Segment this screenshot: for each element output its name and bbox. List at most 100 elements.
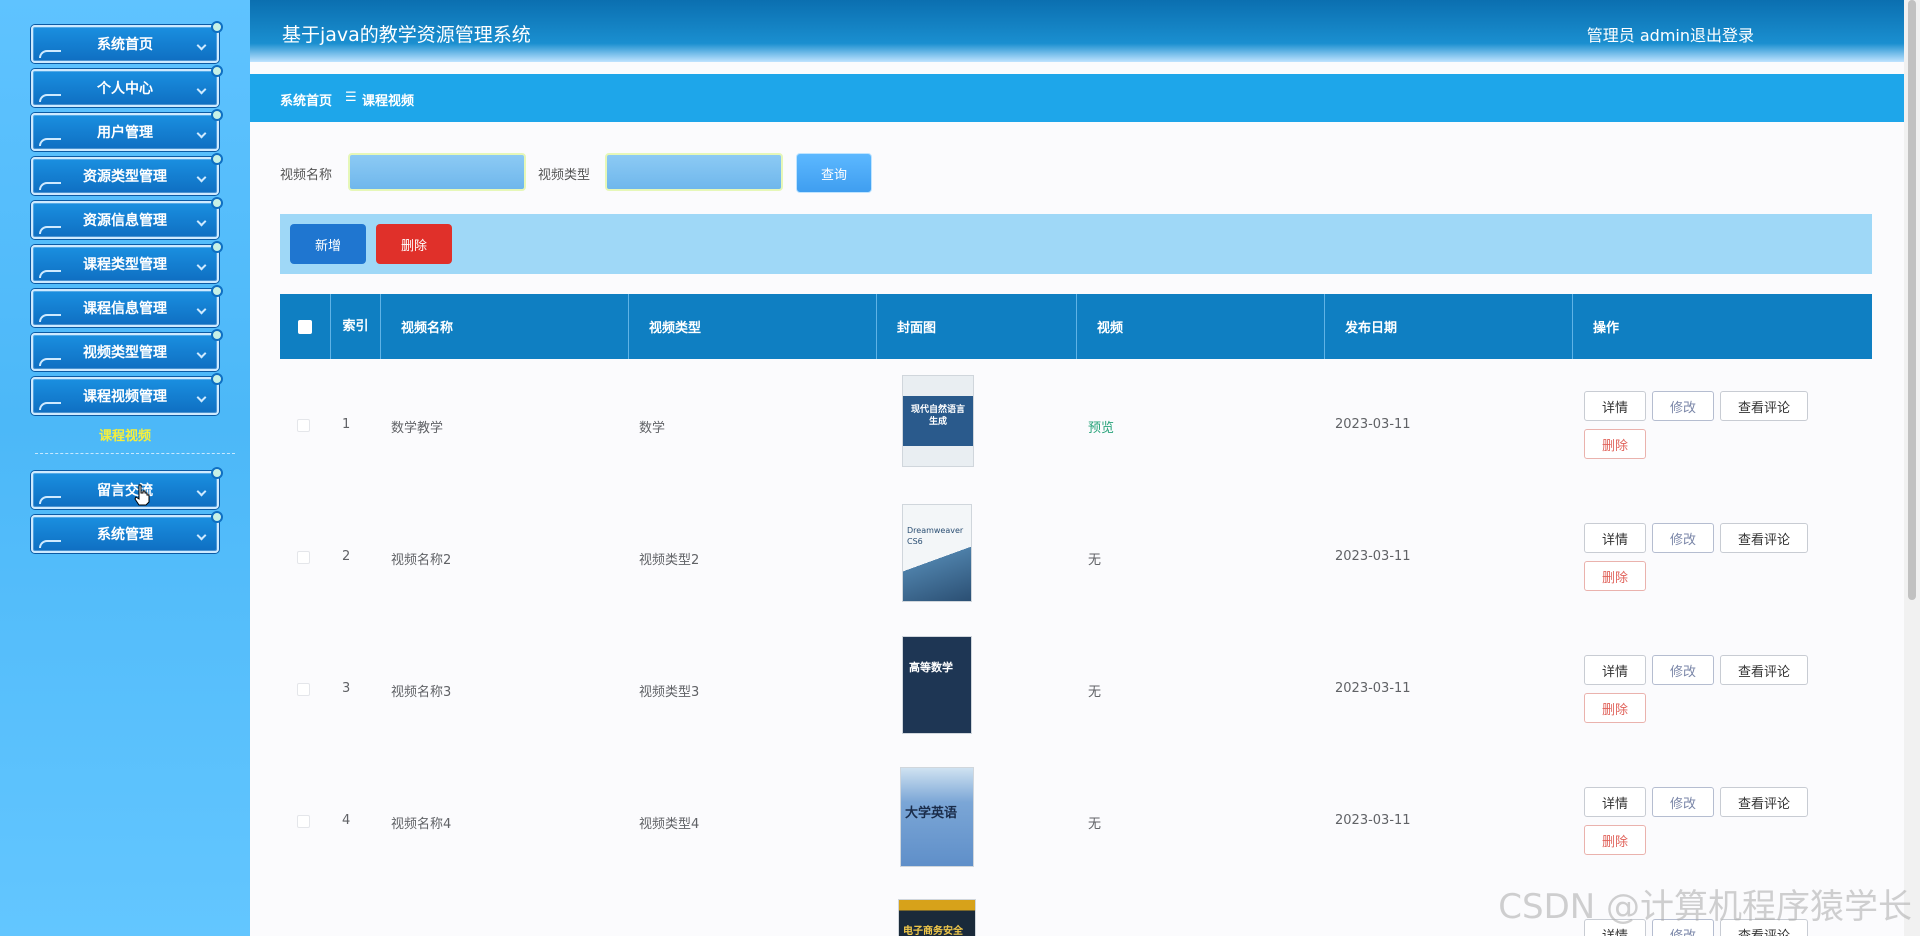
row-date: 2023-03-11	[1335, 813, 1411, 828]
vertical-scrollbar[interactable]	[1904, 0, 1920, 936]
delete-row-button[interactable]: 删除	[1584, 429, 1646, 459]
row-checkbox[interactable]	[297, 551, 310, 564]
menu-label: 系统首页	[97, 37, 153, 53]
batch-delete-button[interactable]: 删除	[376, 224, 452, 264]
menu-personal-center[interactable]: 个人中心	[31, 65, 223, 107]
menu-resource-type[interactable]: 资源类型管理	[31, 153, 223, 195]
menu-label: 资源类型管理	[83, 169, 167, 185]
row-checkbox[interactable]	[297, 419, 310, 432]
view-comments-button[interactable]: 查看评论	[1720, 523, 1808, 553]
menu-label: 资源信息管理	[83, 213, 167, 229]
breadcrumb-home[interactable]: 系统首页	[280, 90, 332, 109]
table-row: 1 数学教学 数学 现代自然语言生成 预览 2023-03-11 详情 修改 查…	[280, 359, 1872, 491]
query-button[interactable]: 查询	[796, 153, 872, 193]
header-cover: 封面图	[877, 294, 1077, 359]
row-type: 数学	[639, 421, 666, 436]
cover-title: Dreamweaver CS6	[907, 526, 964, 546]
menu-course-type[interactable]: 课程类型管理	[31, 241, 223, 283]
chevron-down-icon	[196, 486, 207, 497]
menu-ornament-icon	[39, 540, 61, 548]
select-all-checkbox[interactable]	[298, 319, 312, 334]
menu-message-board[interactable]: 留言交流	[31, 467, 223, 509]
delete-row-button[interactable]: 删除	[1584, 825, 1646, 855]
cover-image: 电子商务安全	[898, 899, 976, 936]
row-type: 视频类型3	[639, 685, 700, 700]
delete-row-button[interactable]: 删除	[1584, 693, 1646, 723]
menu-dot-icon	[211, 153, 223, 165]
video-name-label: 视频名称	[280, 168, 333, 183]
menu-label: 个人中心	[97, 81, 153, 97]
edit-button[interactable]: 修改	[1652, 655, 1714, 685]
chevron-down-icon	[196, 530, 207, 541]
cover-title: 大学英语	[905, 806, 958, 821]
menu-system-management[interactable]: 系统管理	[31, 511, 223, 553]
menu-dot-icon	[211, 373, 223, 385]
chevron-down-icon	[196, 216, 207, 227]
scrollbar-thumb[interactable]	[1908, 0, 1916, 600]
chevron-down-icon	[196, 172, 207, 183]
edit-button[interactable]: 修改	[1652, 523, 1714, 553]
view-comments-button[interactable]: 查看评论	[1720, 787, 1808, 817]
video-name-input[interactable]	[350, 155, 524, 189]
table-row: 3 视频名称3 视频类型3 高等数学 无 2023-03-11 详情 修改 查看…	[280, 623, 1872, 755]
detail-button[interactable]: 详情	[1584, 655, 1646, 685]
menu-course-video[interactable]: 课程视频管理	[31, 373, 223, 415]
breadcrumb-separator-icon: ☰	[345, 90, 357, 105]
video-type-input[interactable]	[607, 155, 781, 189]
view-comments-button[interactable]: 查看评论	[1720, 391, 1808, 421]
menu-user-management[interactable]: 用户管理	[31, 109, 223, 151]
row-name: 视频名称3	[391, 685, 452, 700]
view-comments-button[interactable]: 查看评论	[1720, 655, 1808, 685]
menu-ornament-icon	[39, 138, 61, 146]
menu-dot-icon	[211, 109, 223, 121]
menu-label: 课程视频管理	[83, 389, 167, 405]
row-date: 2023-03-11	[1335, 417, 1411, 432]
detail-button[interactable]: 详情	[1584, 787, 1646, 817]
cover-image: 高等数学	[902, 636, 972, 734]
logout-link[interactable]: 退出登录	[1690, 22, 1754, 46]
user-label: 管理员 admin	[1586, 26, 1690, 45]
submenu-course-video[interactable]: 课程视频	[31, 425, 219, 444]
edit-button[interactable]: 修改	[1652, 391, 1714, 421]
row-checkbox[interactable]	[297, 683, 310, 696]
app-title: 基于java的教学资源管理系统	[282, 24, 531, 46]
add-button[interactable]: 新增	[290, 224, 366, 264]
row-video: 无	[1088, 553, 1102, 568]
video-name-input-wrap	[348, 153, 526, 191]
header-video: 视频	[1077, 294, 1325, 359]
menu-home[interactable]: 系统首页	[31, 21, 223, 63]
row-checkbox[interactable]	[297, 815, 310, 828]
sidebar: 系统首页 个人中心 用户管理 资源类型管理 资源信息管理 课程类型管理 课程信息…	[0, 0, 250, 936]
hand-cursor-icon	[134, 484, 150, 506]
table-row: 4 视频名称4 视频类型4 大学英语 无 2023-03-11 详情 修改 查看…	[280, 755, 1872, 887]
cover-image: Dreamweaver CS6	[902, 504, 972, 602]
video-preview-link[interactable]: 预览	[1088, 417, 1114, 436]
chevron-down-icon	[196, 84, 207, 95]
row-index: 2	[342, 549, 351, 564]
menu-dot-icon	[211, 285, 223, 297]
row-video: 无	[1088, 685, 1102, 700]
header-ops: 操作	[1593, 321, 1620, 336]
menu-ornament-icon	[39, 226, 61, 234]
menu-video-type[interactable]: 视频类型管理	[31, 329, 223, 371]
menu-ornament-icon	[39, 182, 61, 190]
detail-button[interactable]: 详情	[1584, 391, 1646, 421]
menu-ornament-icon	[39, 270, 61, 278]
row-type: 视频类型2	[639, 553, 700, 568]
chevron-down-icon	[196, 392, 207, 403]
menu-resource-info[interactable]: 资源信息管理	[31, 197, 223, 239]
menu-label: 用户管理	[97, 125, 153, 141]
edit-button[interactable]: 修改	[1652, 787, 1714, 817]
row-type: 视频类型4	[639, 817, 700, 832]
row-name: 视频名称4	[391, 817, 452, 832]
detail-button[interactable]: 详情	[1584, 523, 1646, 553]
menu-course-info[interactable]: 课程信息管理	[31, 285, 223, 327]
delete-row-button[interactable]: 删除	[1584, 561, 1646, 591]
row-video: 无	[1088, 817, 1102, 832]
menu-ornament-icon	[39, 50, 61, 58]
chevron-down-icon	[196, 260, 207, 271]
chevron-down-icon	[196, 40, 207, 51]
table-header: 索引 视频名称 视频类型 封面图 视频 发布日期 操作	[280, 294, 1872, 359]
select-all-cell	[280, 294, 331, 359]
menu-label: 课程信息管理	[83, 301, 167, 317]
